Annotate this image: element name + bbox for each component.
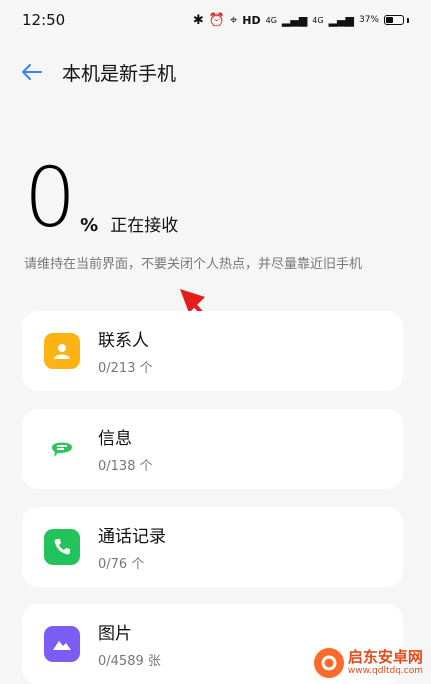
item-label: 联系人: [98, 331, 149, 351]
signal-bars-2-icon: ▂▄▆: [328, 13, 354, 27]
battery-icon: [384, 15, 409, 25]
item-count: 0/4589 张: [98, 654, 161, 669]
item-count: 0/76 个: [98, 557, 145, 572]
watermark-name: 启东安卓网: [347, 648, 423, 666]
list-item-contacts[interactable]: 联系人 0/213 个: [22, 311, 403, 391]
item-count: 0/213 个: [98, 361, 153, 376]
status-icons: ✱ ⏰ ⌖ HD 4G ▂▄▆ 4G ▂▄▆ 37%: [193, 13, 409, 28]
list-item-messages[interactable]: 信息 0/138 个: [22, 409, 403, 489]
hd-label: HD: [242, 13, 261, 27]
watermark-logo-icon: [313, 648, 344, 678]
progress-hint: 请维持在当前界面，不要关闭个人热点，并尽量靠近旧手机: [24, 257, 363, 272]
progress-unit: %: [80, 215, 99, 236]
page-title: 本机是新手机: [62, 62, 177, 85]
progress-display: 0 % 正在接收: [24, 151, 179, 246]
phone-icon: [44, 529, 80, 565]
progress-status: 正在接收: [110, 216, 179, 236]
photo-icon: [44, 626, 80, 662]
battery-text: 37%: [358, 15, 379, 25]
signal-2: 4G: [312, 15, 324, 25]
status-bar: 12:50 ✱ ⏰ ⌖ HD 4G ▂▄▆ 4G ▂▄▆ 37%: [0, 0, 431, 40]
item-label: 通话记录: [98, 527, 166, 547]
item-label: 图片: [98, 624, 132, 644]
status-time: 12:50: [22, 11, 66, 29]
item-count: 0/138 个: [98, 459, 153, 474]
alarm-icon: ⏰: [208, 12, 225, 28]
watermark: 启东安卓网 www.qdltdq.com: [313, 648, 423, 678]
header: 本机是新手机: [0, 52, 431, 92]
bluetooth-icon: ✱: [192, 12, 204, 28]
message-icon: [44, 431, 80, 467]
signal-1: 4G: [265, 15, 277, 25]
list-item-call-log[interactable]: 通话记录 0/76 个: [22, 507, 403, 587]
contacts-icon: [44, 333, 80, 369]
item-label: 信息: [98, 429, 132, 449]
signal-bars-icon: ▂▄▆: [281, 13, 308, 27]
location-icon: ⌖: [229, 12, 238, 28]
back-arrow-icon: [22, 64, 42, 80]
progress-value: 0: [24, 151, 77, 246]
watermark-url: www.qdltdq.com: [347, 666, 423, 676]
back-button[interactable]: [14, 54, 50, 90]
